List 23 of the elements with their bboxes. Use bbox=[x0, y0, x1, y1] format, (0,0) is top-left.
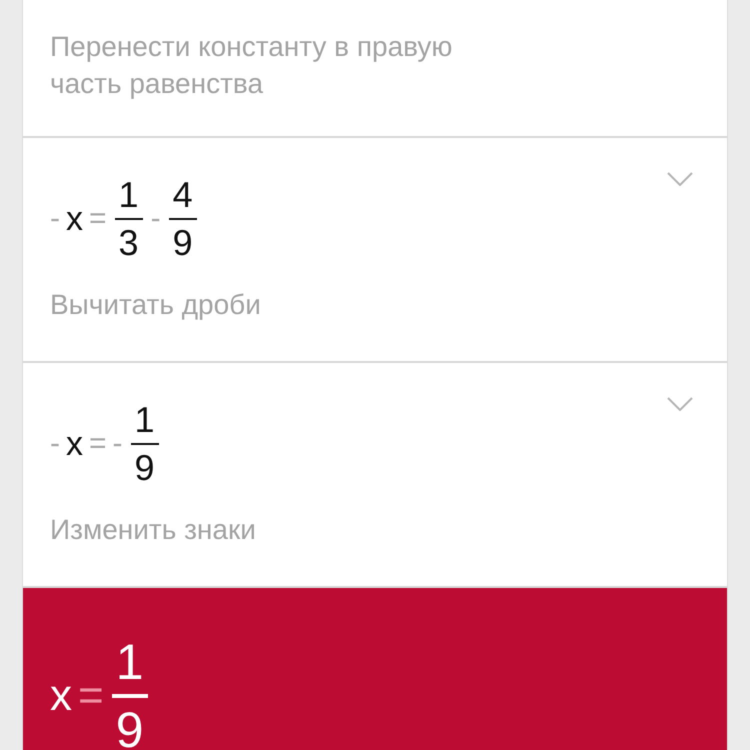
step-description: Изменить знаки bbox=[50, 513, 257, 547]
denominator: 9 bbox=[172, 222, 194, 264]
math-operator: = bbox=[78, 671, 104, 721]
math-operator: - bbox=[112, 427, 123, 461]
denominator: 9 bbox=[134, 447, 156, 489]
math-operator: - bbox=[50, 427, 60, 461]
numerator: 4 bbox=[172, 174, 194, 216]
math-operator: - bbox=[150, 202, 161, 236]
chevron-down-icon[interactable] bbox=[667, 397, 693, 411]
math-variable: x bbox=[50, 671, 72, 721]
denominator: 9 bbox=[114, 701, 145, 750]
step-description: Перенести константу в правую часть равенства bbox=[50, 30, 454, 101]
numerator: 1 bbox=[118, 174, 140, 216]
step-description: Вычитать дроби bbox=[50, 288, 262, 322]
numerator: 1 bbox=[114, 633, 145, 692]
denominator: 3 bbox=[118, 222, 140, 264]
math-operator: - bbox=[50, 202, 60, 236]
math-operator: = bbox=[89, 202, 107, 236]
chevron-down-icon[interactable] bbox=[667, 172, 693, 186]
math-variable: x bbox=[66, 200, 83, 238]
math-operator: = bbox=[89, 427, 107, 461]
numerator: 1 bbox=[134, 399, 156, 441]
math-variable: x bbox=[66, 424, 83, 464]
